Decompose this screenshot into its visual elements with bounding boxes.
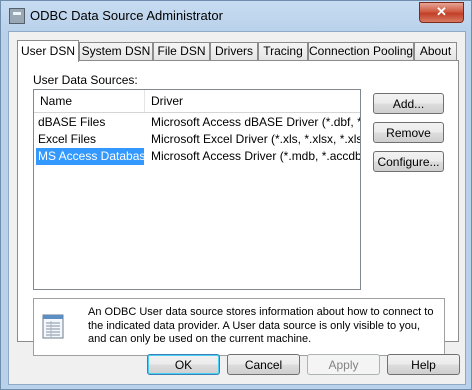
- add-button-label: Add...: [392, 97, 425, 111]
- cancel-button[interactable]: Cancel: [227, 354, 300, 375]
- help-button[interactable]: Help: [387, 354, 460, 375]
- configure-button-label: Configure...: [377, 155, 440, 169]
- data-source-name: dBASE Files: [38, 115, 106, 129]
- tab-file-dsn[interactable]: File DSN: [153, 42, 210, 60]
- ok-button-label: OK: [174, 358, 193, 372]
- window-title: ODBC Data Source Administrator: [30, 8, 223, 23]
- help-button-label: Help: [411, 358, 436, 372]
- user-data-sources-label: User Data Sources:: [33, 73, 138, 87]
- title-bar[interactable]: ODBC Data Source Administrator ✕: [1, 1, 471, 31]
- list-item[interactable]: dBASE Files Microsoft Access dBASE Drive…: [34, 114, 360, 131]
- dialog-client: User DSN System DSN File DSN Drivers Tra…: [8, 31, 466, 385]
- configure-button[interactable]: Configure...: [373, 151, 444, 172]
- data-sources-list[interactable]: Name Driver dBASE Files Microsoft Access…: [33, 89, 361, 290]
- data-source-name: MS Access Database: [36, 148, 144, 165]
- cancel-button-label: Cancel: [244, 358, 283, 372]
- add-button[interactable]: Add...: [373, 93, 444, 114]
- list-item-selected[interactable]: MS Access Database Microsoft Access Driv…: [34, 148, 361, 165]
- info-box: An ODBC User data source stores informat…: [33, 298, 445, 356]
- data-source-driver: Microsoft Access dBASE Driver (*.dbf, *.…: [151, 115, 360, 129]
- column-header-driver[interactable]: Driver: [145, 90, 360, 112]
- tab-drivers[interactable]: Drivers: [210, 42, 258, 60]
- odbc-window: ODBC Data Source Administrator ✕ User DS…: [0, 0, 472, 390]
- tab-about[interactable]: About: [414, 42, 457, 60]
- column-header-name[interactable]: Name: [34, 90, 145, 112]
- apply-button-label: Apply: [328, 358, 359, 372]
- apply-button[interactable]: Apply: [307, 354, 380, 375]
- close-button[interactable]: ✕: [419, 2, 464, 23]
- remove-button-label: Remove: [386, 126, 431, 140]
- tab-user-dsn[interactable]: User DSN: [17, 40, 79, 62]
- data-source-name: Excel Files: [38, 132, 97, 146]
- tab-connection-pooling[interactable]: Connection Pooling: [308, 42, 414, 60]
- ok-button[interactable]: OK: [147, 354, 220, 375]
- info-description: An ODBC User data source stores informat…: [88, 306, 434, 345]
- list-header: Name Driver: [34, 90, 360, 113]
- data-source-driver: Microsoft Access Driver (*.mdb, *.accdb): [151, 149, 361, 163]
- tab-tracing[interactable]: Tracing: [258, 42, 308, 60]
- user-dsn-panel: User Data Sources: Name Driver dBASE Fil…: [17, 60, 459, 356]
- list-item[interactable]: Excel Files Microsoft Excel Driver (*.xl…: [34, 131, 360, 148]
- odbc-app-icon: [9, 8, 25, 24]
- remove-button[interactable]: Remove: [373, 122, 444, 143]
- tab-system-dsn[interactable]: System DSN: [79, 42, 153, 60]
- data-source-driver: Microsoft Excel Driver (*.xls, *.xlsx, *…: [151, 132, 360, 146]
- database-document-icon: [42, 314, 64, 339]
